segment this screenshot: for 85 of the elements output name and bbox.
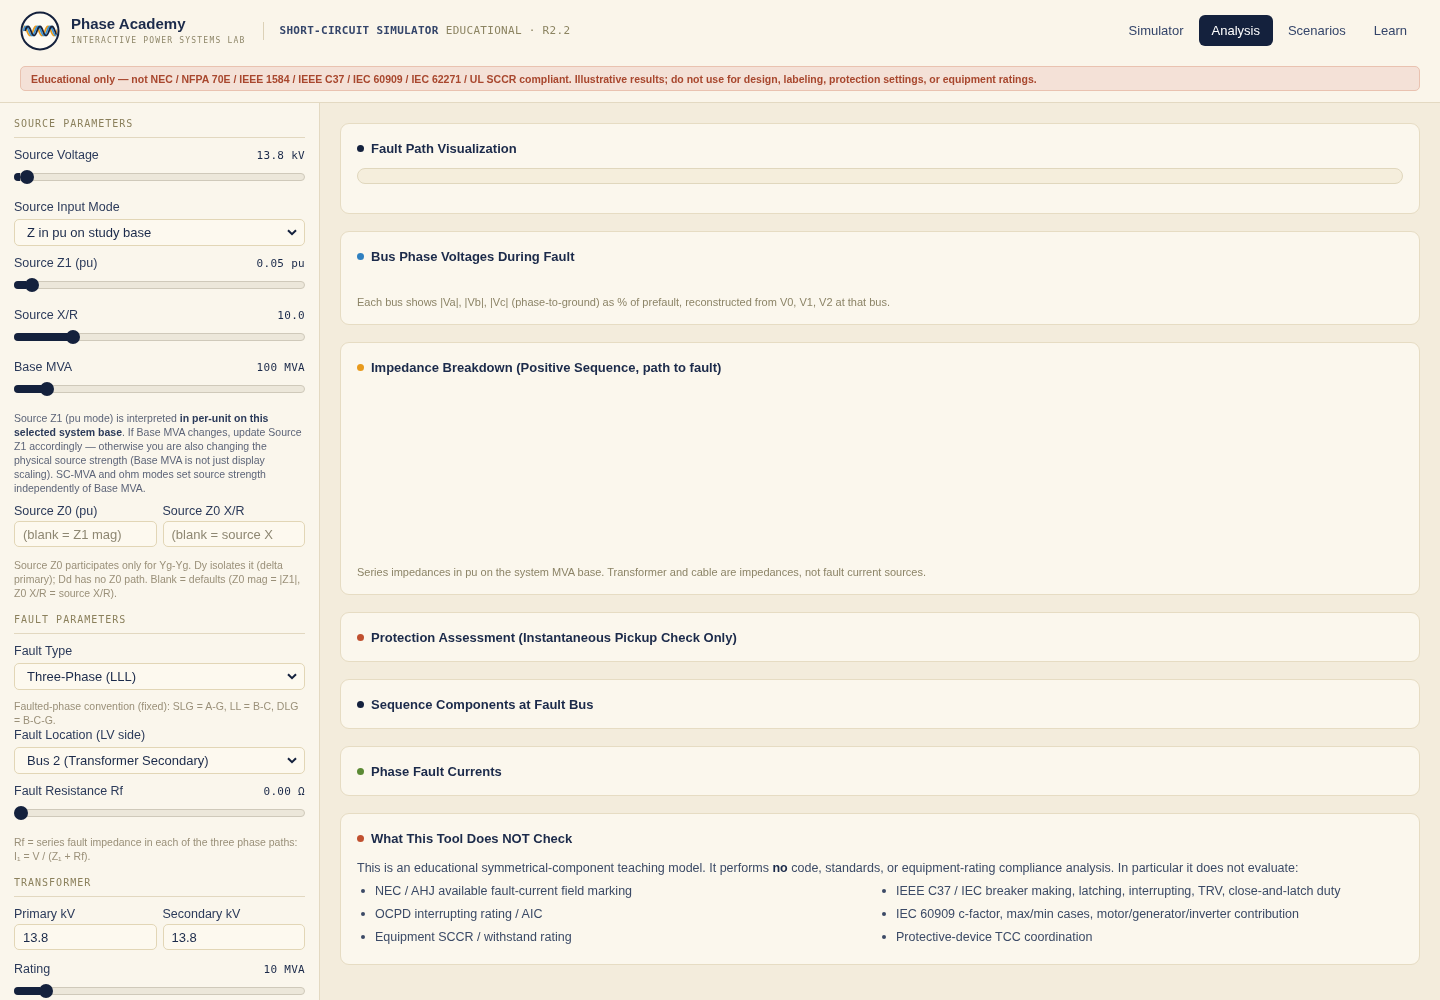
card-note: Series impedances in pu on the system MVA base. Transformer and cable are impedances, not fault current sources. <box>357 566 928 578</box>
list-item: NEC / AHJ available fault-current field marking <box>375 883 633 898</box>
bullet-icon <box>361 934 365 939</box>
slider[interactable] <box>14 278 305 292</box>
disclaimer-banner: Educational only — not NEC / NFPA 70E / IEEE 1584 / IEEE C37 / IEC 60909 / IEC 62271 / UL SCCR compliant. Illustrative results; do not use for design, labeling, protection settings, or equipment ratings. <box>20 66 1420 91</box>
nav-tab[interactable]: Scenarios <box>1274 15 1359 46</box>
bullet-icon <box>361 911 365 916</box>
list-item: Protective-device TCC coordination <box>896 929 1093 944</box>
slider-fill <box>14 281 26 289</box>
field-label: Primary kV <box>14 906 77 922</box>
slider-fill <box>14 987 41 995</box>
section-heading: SOURCE PARAMETERS <box>14 117 305 138</box>
nav-tab[interactable]: Learn <box>1360 15 1420 46</box>
field-label: Fault Location (LV side) <box>14 727 147 743</box>
brand-title: Phase Academy <box>71 15 186 33</box>
input-field[interactable]: 13.8 <box>14 924 157 950</box>
card-title: Bus Phase Voltages During Fault <box>371 248 575 264</box>
note-text: Rf = series fault impedance in each of the three phase paths: I₁ = V / (Z₁ + Rf). <box>14 835 299 863</box>
slider[interactable] <box>14 382 305 396</box>
field-label: Fault Type <box>14 643 74 659</box>
chevron-down-icon <box>287 673 297 680</box>
slider-thumb[interactable] <box>38 984 53 998</box>
field-label: Source Z0 X/R <box>162 503 246 519</box>
dropdown[interactable]: Bus 2 (Transformer Secondary) <box>14 747 305 774</box>
bullet-icon <box>882 934 886 939</box>
section-heading: FAULT PARAMETERS <box>14 613 305 634</box>
slider-thumb[interactable] <box>14 806 28 820</box>
brand-subtitle: INTERACTIVE POWER SYSTEMS LAB <box>71 36 246 46</box>
note-text: Faulted-phase convention (fixed): SLG = A-G, LL = B-C, DLG = B-C-G. <box>14 699 300 727</box>
slider[interactable] <box>14 984 305 998</box>
card-title: Fault Path Visualization <box>371 140 517 156</box>
field-label: Fault Resistance Rf <box>14 783 124 799</box>
list-item: Equipment SCCR / withstand rating <box>375 929 572 944</box>
card-title: Sequence Components at Fault Bus <box>371 696 594 712</box>
list-item: IEC 60909 c-factor, max/min cases, motor/generator/inverter contribution <box>896 906 1299 921</box>
list-item: IEEE C37 / IEC breaker making, latching, interrupting, TRV, close-and-latch duty <box>896 883 1341 898</box>
slider-thumb[interactable] <box>40 382 55 396</box>
slider[interactable] <box>14 170 305 184</box>
slider-value: 10 MVA <box>263 962 305 976</box>
field-label: Secondary kV <box>162 906 242 922</box>
slider-fill <box>14 385 42 393</box>
card-title: Phase Fault Currents <box>371 763 502 779</box>
bullet-icon <box>882 911 886 916</box>
note-text: Source Z1 (pu mode) is interpreted in per-unit on this selected system base. If Base MVA changes, update Source Z1 accordingly — otherwise you are also changing the physical source strength (Base MVA is not just display scaling). SC-MVA and ohm modes set source strength independently of Base MVA. <box>14 411 303 495</box>
input-field[interactable]: (blank = Z1 mag) <box>14 521 157 547</box>
slider[interactable] <box>14 330 305 344</box>
nav-tab[interactable]: Analysis <box>1198 15 1273 46</box>
slider[interactable] <box>14 806 305 820</box>
intro-text: This is an educational symmetrical-component teaching model. It performs no code, standards, or equipment-rating compliance analysis. In particular it does not evaluate: <box>357 860 1300 877</box>
card-title: Impedance Breakdown (Positive Sequence, path to fault) <box>371 359 722 375</box>
bullet-icon <box>361 888 365 893</box>
card-note: Each bus shows |Va|, |Vb|, |Vc| (phase-to-ground) as % of prefault, reconstructed from V0, V1, V2 at that bus. <box>357 296 891 308</box>
slider-value: 10.0 <box>277 308 305 322</box>
chevron-down-icon <box>287 757 297 764</box>
app-version-tag: EDUCATIONAL · R2.2 <box>445 24 571 37</box>
field-label: Rating <box>14 961 51 977</box>
chevron-down-icon <box>287 229 297 236</box>
field-label: Source Input Mode <box>14 199 121 215</box>
input-field[interactable]: 13.8 <box>162 924 305 950</box>
field-label: Source Z1 (pu) <box>14 255 98 271</box>
slider-value: 13.8 kV <box>256 148 305 162</box>
field-label: Base MVA <box>14 359 73 375</box>
list-item: OCPD interrupting rating / AIC <box>375 906 543 921</box>
slider-fill <box>14 173 21 181</box>
card-title: What This Tool Does NOT Check <box>371 830 573 846</box>
slider-value: 100 MVA <box>256 360 305 374</box>
input-field[interactable]: (blank = source X <box>162 521 305 547</box>
slider-value: 0.00 Ω <box>263 784 305 798</box>
slider-fill <box>14 333 69 341</box>
note-text: Source Z0 participates only for Yg-Yg. Dy isolates it (delta primary); Dd has no Z0 path. Blank = defaults (Z0 mag = |Z1|, Z0 X/R = source X/R). <box>14 558 302 600</box>
card-title: Protection Assessment (Instantaneous Pickup Check Only) <box>371 629 737 645</box>
slider-thumb[interactable] <box>65 330 80 344</box>
sine-wave-logo-icon <box>20 10 60 51</box>
app-name: SHORT-CIRCUIT SIMULATOR <box>279 24 439 37</box>
slider-thumb[interactable] <box>20 170 35 184</box>
section-heading: TRANSFORMER <box>14 876 305 897</box>
dropdown[interactable]: Z in pu on study base <box>14 219 305 246</box>
bullet-icon <box>882 888 886 893</box>
field-label: Source Voltage <box>14 147 99 163</box>
nav-tab[interactable]: Simulator <box>1115 15 1197 46</box>
slider-value: 0.05 pu <box>256 256 305 270</box>
slider-thumb[interactable] <box>25 278 40 292</box>
dropdown[interactable]: Three-Phase (LLL) <box>14 663 305 690</box>
field-label: Source Z0 (pu) <box>14 503 99 519</box>
field-label: Source X/R <box>14 307 78 323</box>
